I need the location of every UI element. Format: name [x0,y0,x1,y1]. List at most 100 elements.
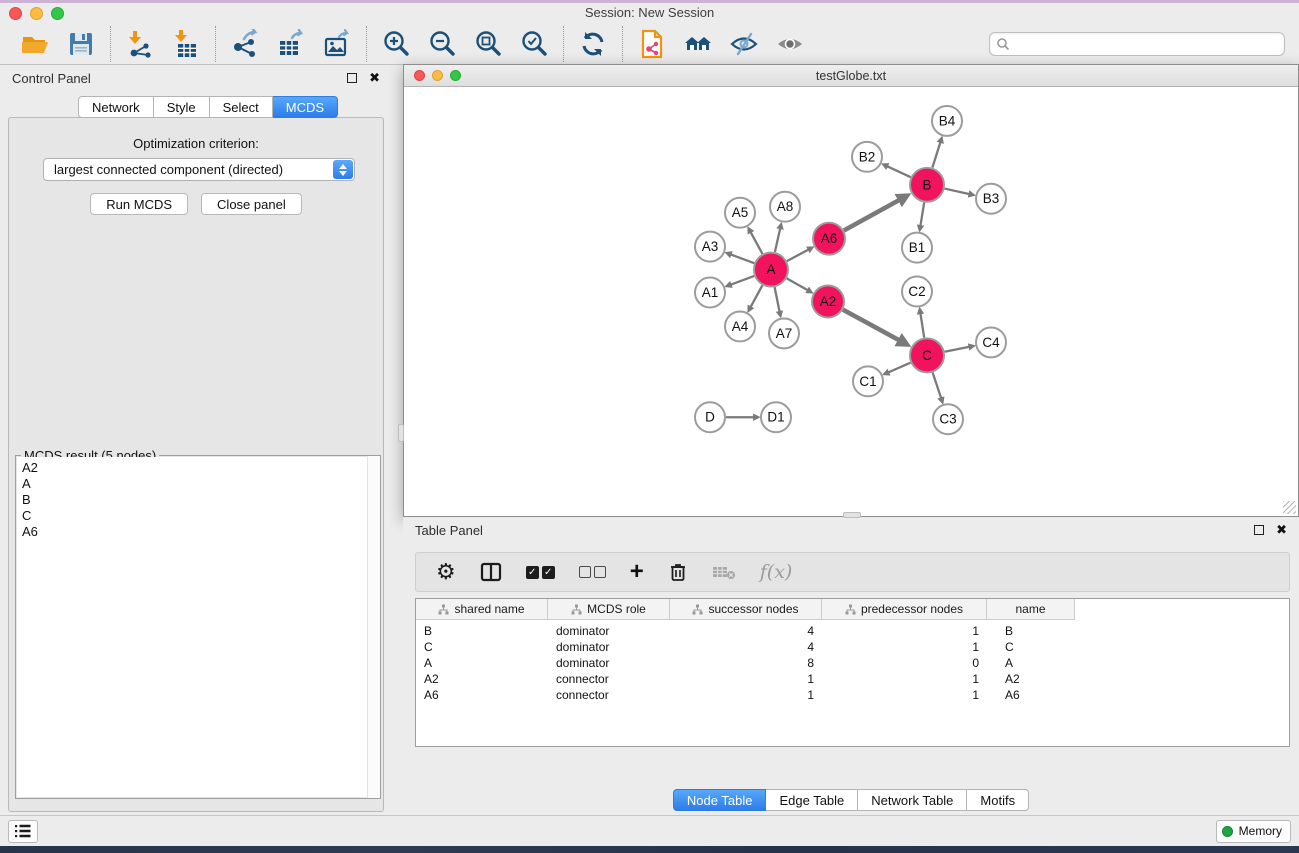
close-panel-button[interactable]: Close panel [201,193,302,215]
zoom-in-icon[interactable] [381,29,411,59]
node-A[interactable]: A [754,253,788,287]
edge-A-A5[interactable] [751,232,763,253]
column-header-successor-nodes[interactable]: successor nodes [670,599,822,620]
edge-A6-B[interactable] [844,200,899,230]
node-A4[interactable]: A4 [725,311,755,341]
close-panel-icon[interactable]: ✖ [369,73,380,83]
network-file-icon[interactable] [637,29,667,59]
column-header-shared-name[interactable]: shared name [416,599,548,620]
criterion-dropdown[interactable]: largest connected component (directed) [43,158,355,181]
network-zoom-icon[interactable] [450,70,461,81]
node-A8[interactable]: A8 [770,192,800,222]
vertical-splitter-handle[interactable] [398,424,404,442]
edge-A-A7[interactable] [775,287,780,311]
node-B3[interactable]: B3 [976,184,1006,214]
delete-icon[interactable] [668,560,688,584]
zoom-window-icon[interactable] [51,7,64,20]
node-A2[interactable]: A2 [812,286,844,318]
tab-motifs[interactable]: Motifs [967,789,1029,811]
run-mcds-button[interactable]: Run MCDS [90,193,188,215]
search-field[interactable] [989,32,1285,56]
memory-button[interactable]: Memory [1216,820,1291,843]
export-image-icon[interactable] [322,29,352,59]
network-window-titlebar[interactable]: testGlobe.txt [404,65,1298,87]
resize-grip-icon[interactable] [1283,501,1296,514]
edge-A2-C[interactable] [843,310,899,340]
tab-select[interactable]: Select [210,96,273,118]
table-row[interactable]: A2connector11A2 [416,671,1289,687]
node-A3[interactable]: A3 [695,232,725,262]
result-item-b[interactable]: B [17,492,379,508]
export-network-icon[interactable] [230,29,260,59]
tab-style[interactable]: Style [154,96,210,118]
edge-A-A3[interactable] [731,255,754,264]
node-D1[interactable]: D1 [761,402,791,432]
tab-network[interactable]: Network [78,96,154,118]
open-session-icon[interactable] [20,29,50,59]
network-minimize-icon[interactable] [432,70,443,81]
node-A6[interactable]: A6 [813,223,845,255]
node-C4[interactable]: C4 [976,327,1006,357]
task-history-button[interactable] [8,820,38,843]
edge-C-C1[interactable] [889,363,911,373]
edge-C-C2[interactable] [921,314,925,338]
horizontal-splitter-handle[interactable] [843,512,861,518]
tab-network-table[interactable]: Network Table [858,789,967,811]
edge-A-A2[interactable] [787,278,808,290]
eye-icon[interactable] [775,29,805,59]
edge-A-A1[interactable] [731,276,754,285]
close-window-icon[interactable] [9,7,22,20]
hide-eye-icon[interactable] [729,29,759,59]
table-row[interactable]: A6connector11A6 [416,687,1289,703]
search-input[interactable] [1010,36,1278,51]
edge-A-A8[interactable] [775,229,780,252]
columns-icon[interactable] [480,560,502,584]
close-table-panel-icon[interactable]: ✖ [1276,525,1287,535]
save-session-icon[interactable] [66,29,96,59]
result-item-c[interactable]: C [17,508,379,524]
add-column-icon[interactable]: + [630,560,644,584]
network-close-icon[interactable] [414,70,425,81]
result-item-a6[interactable]: A6 [17,524,379,540]
float-table-panel-icon[interactable] [1254,525,1264,535]
network-graph[interactable]: B4B2BB3A8A5A3A6B1AA1C2A2A4A7C4CC1C3DD1 [404,88,1298,516]
edge-B-B3[interactable] [945,189,969,194]
table-row[interactable]: Bdominator41B [416,623,1289,639]
table-row[interactable]: Adominator80A [416,655,1289,671]
node-B1[interactable]: B1 [902,233,932,263]
node-D[interactable]: D [695,402,725,432]
edge-A-A4[interactable] [751,285,763,306]
float-panel-icon[interactable] [347,73,357,83]
node-C3[interactable]: C3 [933,404,963,434]
minimize-window-icon[interactable] [30,7,43,20]
deselect-all-icon[interactable] [579,560,606,584]
node-B[interactable]: B [910,168,944,202]
edge-B-B1[interactable] [921,203,925,226]
network-canvas[interactable]: B4B2BB3A8A5A3A6B1AA1C2A2A4A7C4CC1C3DD1 [404,88,1298,516]
result-scrollbar[interactable] [367,456,380,798]
tab-edge-table[interactable]: Edge Table [766,789,858,811]
home-layout-icon[interactable] [683,29,713,59]
column-header-name[interactable]: name [987,599,1075,620]
tab-mcds[interactable]: MCDS [273,96,338,118]
node-C2[interactable]: C2 [902,277,932,307]
import-table-icon[interactable] [171,29,201,59]
zoom-out-icon[interactable] [427,29,457,59]
column-header-predecessor-nodes[interactable]: predecessor nodes [822,599,987,620]
export-table-icon[interactable] [276,29,306,59]
edge-B-B2[interactable] [888,166,911,177]
select-all-icon[interactable]: ✓✓ [526,560,555,584]
edge-B-B4[interactable] [932,142,940,167]
edge-A-A6[interactable] [787,250,808,261]
node-B4[interactable]: B4 [932,106,962,136]
edge-C-C3[interactable] [933,372,941,397]
zoom-fit-icon[interactable] [473,29,503,59]
tab-node-table[interactable]: Node Table [673,789,767,811]
node-A5[interactable]: A5 [725,198,755,228]
gear-icon[interactable]: ⚙ [436,560,456,584]
node-A7[interactable]: A7 [769,318,799,348]
result-item-a[interactable]: A [17,476,379,492]
column-header-mcds-role[interactable]: MCDS role [548,599,670,620]
refresh-icon[interactable] [578,29,608,59]
edge-C-C4[interactable] [945,347,969,352]
